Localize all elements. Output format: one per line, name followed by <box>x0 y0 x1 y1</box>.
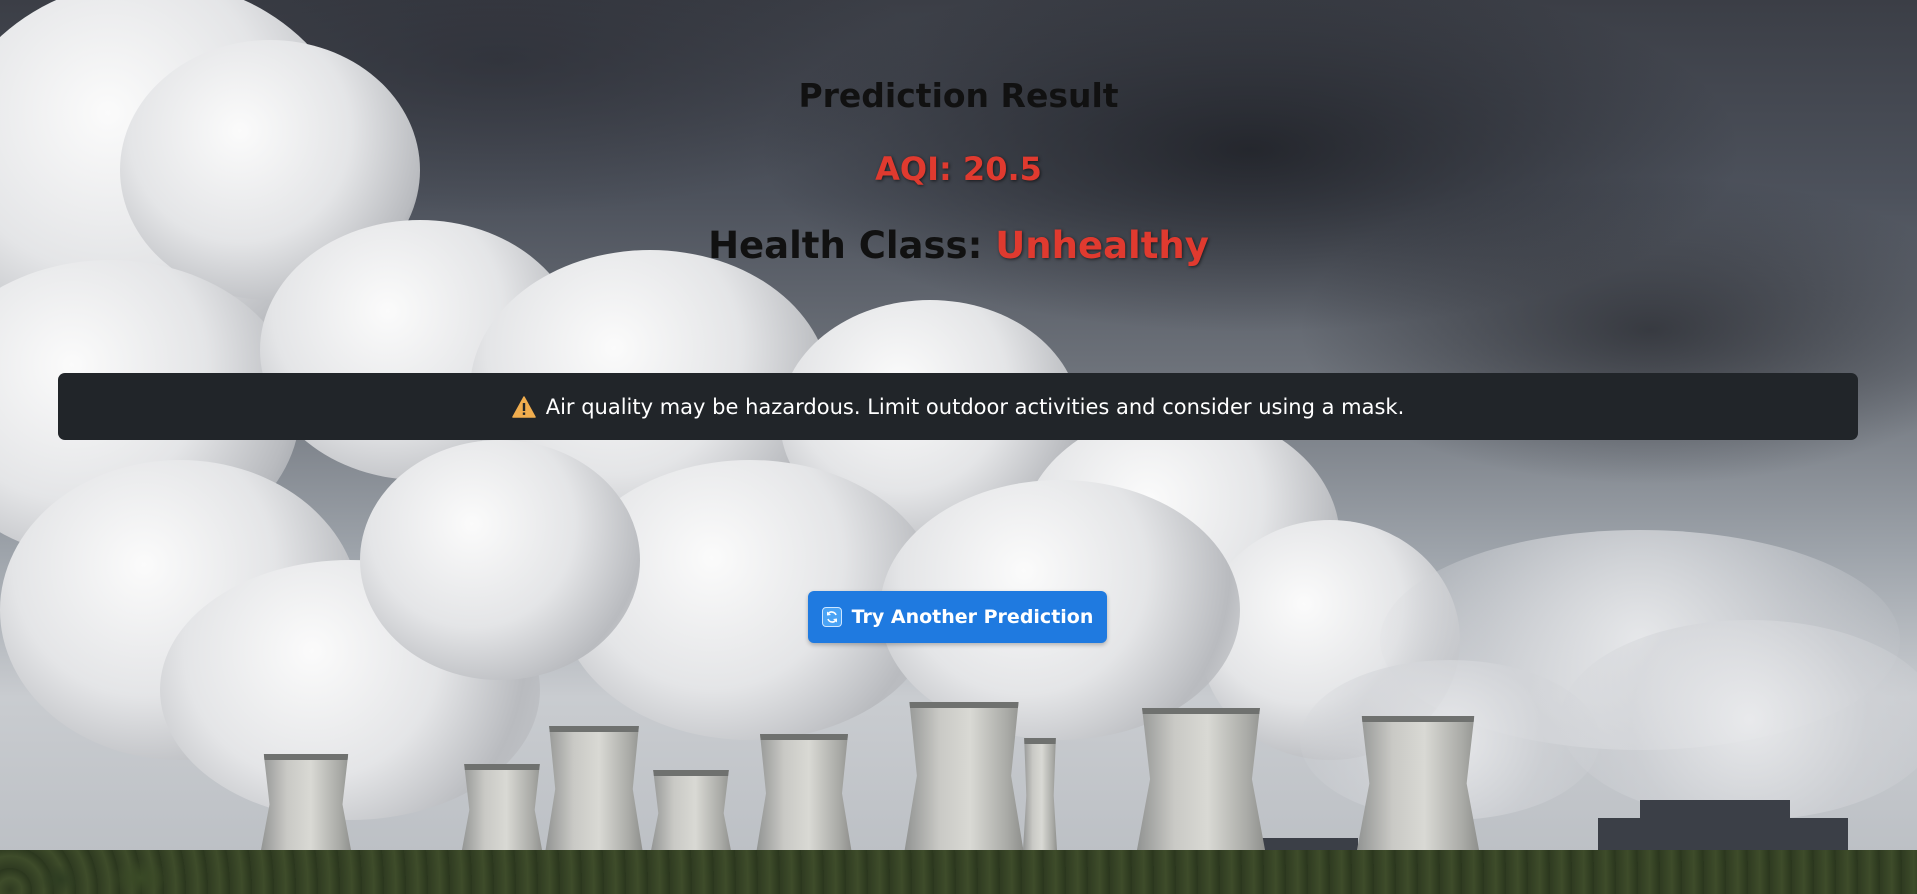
health-class: Health Class: Unhealthy <box>0 224 1917 267</box>
try-another-prediction-button[interactable]: Try Another Prediction <box>808 591 1107 643</box>
result-panel: Prediction Result AQI: 20.5 Health Class… <box>0 0 1917 894</box>
health-class-value: Unhealthy <box>995 224 1209 267</box>
background-photo: Prediction Result AQI: 20.5 Health Class… <box>0 0 1917 894</box>
refresh-icon <box>821 607 842 627</box>
page-title: Prediction Result <box>798 76 1119 115</box>
health-class-label: Health Class: <box>708 224 983 267</box>
button-label: Try Another Prediction <box>851 606 1094 628</box>
health-warning-alert: Air quality may be hazardous. Limit outd… <box>58 373 1858 440</box>
alert-message: Air quality may be hazardous. Limit outd… <box>545 394 1405 419</box>
warning-icon <box>511 395 536 418</box>
aqi-value: AQI: 20.5 <box>875 150 1042 188</box>
